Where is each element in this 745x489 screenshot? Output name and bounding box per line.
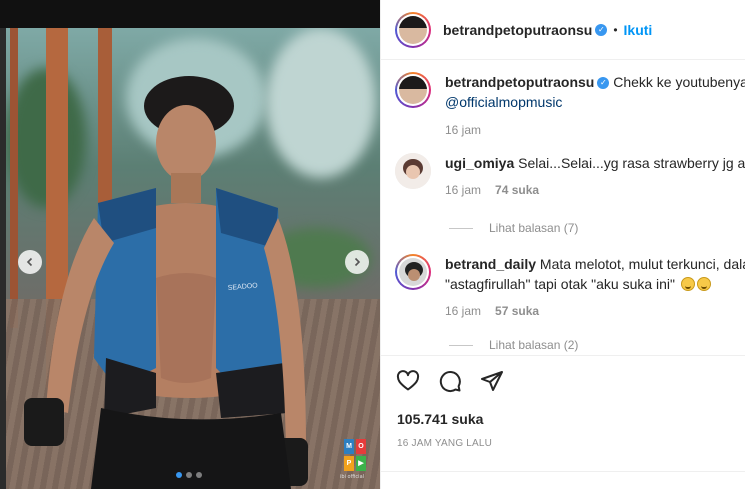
author-avatar[interactable] — [395, 11, 431, 48]
post-details-panel: betrandpetoputraonsu ✓ • Ikuti betrandpe… — [380, 0, 745, 489]
heart-icon[interactable] — [395, 368, 421, 394]
chevron-right-icon[interactable] — [345, 250, 369, 274]
person-figure: SEADOO — [24, 76, 308, 489]
watermark-logo: M O P ▶ — [342, 437, 368, 473]
divider — [381, 471, 745, 472]
comment-text: Chekk ke youtubenya c — [613, 74, 745, 90]
comment-text: Mata melotot, mulut terkunci, dala — [539, 256, 745, 272]
comment-likes[interactable]: 57 suka — [495, 301, 539, 321]
view-replies-button[interactable]: Lihat balasan (2) — [449, 338, 578, 352]
verified-badge-icon: ✓ — [595, 23, 608, 36]
media-top-bar — [0, 0, 380, 28]
carousel-dot — [176, 472, 182, 478]
comment-username[interactable]: ugi_omiya — [445, 155, 514, 171]
carousel-dot — [196, 472, 202, 478]
follow-button[interactable]: Ikuti — [624, 22, 653, 38]
verified-badge-icon: ✓ — [597, 77, 610, 90]
comment-time: 16 jam — [445, 183, 482, 197]
comment-time: 16 jam — [445, 123, 482, 137]
avatar[interactable] — [395, 72, 431, 108]
post-timestamp: 16 JAM YANG LALU — [397, 438, 493, 449]
comment-username[interactable]: betrand_daily — [445, 256, 536, 272]
post-media: SEADOO M O P ▶ ibi official — [0, 0, 380, 489]
view-replies-label: Lihat balasan (7) — [489, 221, 579, 235]
comment-time: 16 jam — [445, 304, 482, 318]
carousel-dot — [186, 472, 192, 478]
post-header: betrandpetoputraonsu ✓ • Ikuti — [381, 0, 745, 60]
replies-divider — [449, 344, 473, 346]
comment-likes[interactable]: 74 suka — [495, 180, 539, 200]
view-replies-label: Lihat balasan (2) — [489, 338, 579, 352]
laughing-emoji-icon — [680, 277, 695, 291]
mention-link[interactable]: @officialmopmusic — [445, 94, 562, 110]
comment-username[interactable]: betrandpetoputraonsu — [445, 74, 594, 90]
likes-count[interactable]: 105.741 suka — [397, 411, 483, 427]
post-actions: 105.741 suka 16 JAM YANG LALU — [381, 355, 745, 489]
author-username[interactable]: betrandpetoputraonsu — [443, 22, 592, 38]
watermark-letter: O — [356, 439, 366, 454]
avatar[interactable] — [395, 153, 431, 189]
watermark-letter: M — [344, 439, 354, 454]
chevron-left-icon[interactable] — [18, 250, 42, 274]
header-separator: • — [613, 22, 618, 37]
laughing-emoji-icon — [696, 277, 711, 291]
caption: betrandpetoputraonsu ✓ Chekk ke youtubeny… — [395, 72, 745, 140]
replies-divider — [449, 227, 473, 229]
watermark-letter: ▶ — [356, 455, 366, 471]
comment-icon[interactable] — [437, 368, 463, 394]
comment-item: ugi_omiya Selai...Selai...yg rasa strawb… — [395, 153, 745, 200]
comment-text: Selai...Selai...yg rasa strawberry jg ad… — [518, 155, 745, 171]
avatar[interactable] — [395, 254, 431, 290]
comment-item: betrand_daily Mata melotot, mulut terkun… — [395, 254, 745, 321]
carousel-indicator — [176, 472, 202, 478]
comment-text-continued: "astagfirullah" tapi otak "aku suka ini" — [445, 276, 676, 292]
share-icon[interactable] — [479, 368, 505, 394]
view-replies-button[interactable]: Lihat balasan (7) — [449, 221, 578, 235]
watermark-credit: ibi official — [340, 474, 365, 480]
watermark-letter: P — [344, 455, 354, 471]
post-photo: SEADOO — [6, 28, 380, 489]
